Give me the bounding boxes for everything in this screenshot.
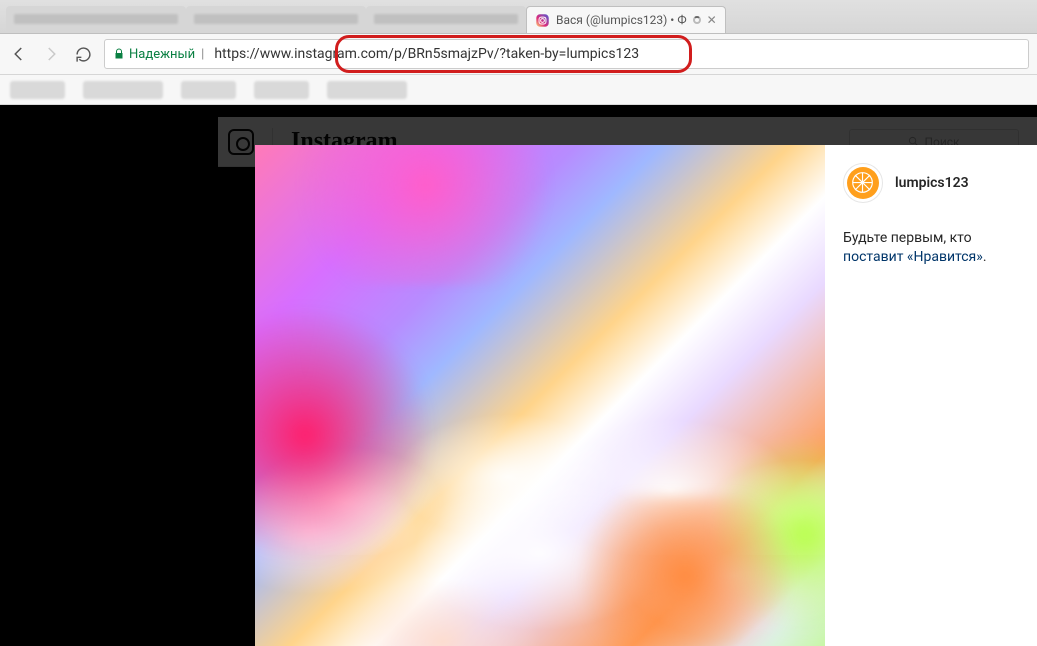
likes-prompt-prefix: Будьте первым, кто (843, 230, 972, 246)
post-username[interactable]: lumpics123 (895, 175, 969, 191)
browser-toolbar: Надежный | (0, 33, 1037, 75)
tab-loading-icon (693, 16, 701, 24)
bookmark-item[interactable] (10, 81, 65, 99)
browser-tab-strip: Вася (@lumpics123) • Ф ✕ (0, 0, 1037, 33)
browser-tab-inactive[interactable] (366, 6, 526, 33)
instagram-favicon-icon (535, 13, 550, 28)
avatar[interactable] (843, 163, 883, 203)
post-image[interactable] (255, 145, 825, 646)
page-viewport: Instagram Поиск (0, 105, 1037, 646)
post-sidebar: lumpics123 Будьте первым, кто поставит «… (825, 145, 1037, 646)
bookmark-item[interactable] (83, 81, 163, 99)
bookmarks-bar (0, 75, 1037, 105)
likes-prompt-suffix: . (983, 249, 987, 265)
browser-tab-inactive[interactable] (6, 6, 186, 33)
like-link[interactable]: поставит «Нравится» (843, 249, 983, 265)
likes-prompt: Будьте первым, кто поставит «Нравится». (843, 229, 1019, 267)
instagram-post-modal: lumpics123 Будьте первым, кто поставит «… (255, 145, 1037, 646)
bookmark-item[interactable] (254, 81, 309, 99)
browser-tab-inactive[interactable] (186, 6, 366, 33)
image-content (255, 305, 435, 565)
nav-reload-button[interactable] (72, 43, 94, 65)
bookmark-item[interactable] (327, 81, 407, 99)
separator: | (201, 47, 204, 62)
browser-tab-active[interactable]: Вася (@lumpics123) • Ф ✕ (526, 6, 726, 33)
secure-label: Надежный (129, 47, 195, 62)
tab-close-button[interactable]: ✕ (707, 15, 717, 25)
url-input[interactable] (214, 46, 1020, 62)
lock-icon (113, 48, 125, 60)
post-author[interactable]: lumpics123 (843, 163, 1019, 203)
secure-chip: Надежный | (113, 47, 206, 62)
image-content (275, 145, 575, 285)
address-bar[interactable]: Надежный | (104, 39, 1029, 69)
bookmark-item[interactable] (181, 81, 236, 99)
image-content (555, 496, 815, 646)
orange-fruit-icon (851, 171, 874, 194)
nav-back-button[interactable] (8, 43, 30, 65)
nav-forward-button[interactable] (40, 43, 62, 65)
browser-tab-title: Вася (@lumpics123) • Ф (556, 13, 687, 27)
